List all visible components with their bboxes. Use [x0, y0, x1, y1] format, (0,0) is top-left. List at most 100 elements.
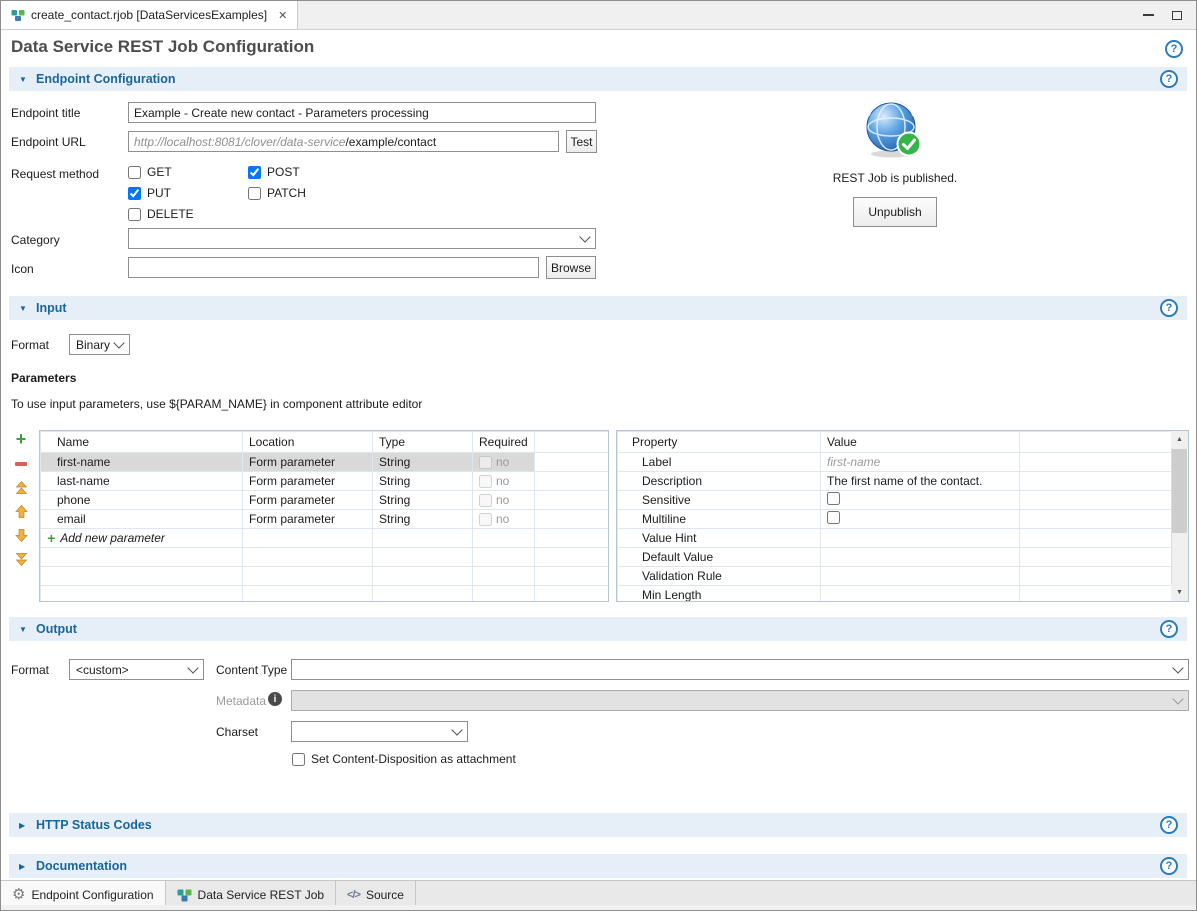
icon-input[interactable]	[128, 257, 539, 278]
property-row[interactable]: Multiline	[618, 510, 1172, 529]
collapse-arrow-icon[interactable]: ▼	[19, 75, 29, 84]
checkbox[interactable]	[248, 166, 261, 179]
sensitive-checkbox[interactable]	[827, 492, 840, 505]
property-row[interactable]: Description The first name of the contac…	[618, 472, 1172, 491]
chevron-down-icon	[1172, 662, 1183, 673]
property-value[interactable]	[821, 567, 1020, 586]
property-row[interactable]: Default Value	[618, 548, 1172, 567]
property-row[interactable]: Sensitive	[618, 491, 1172, 510]
section-output[interactable]: ▼ Output ?	[9, 617, 1187, 641]
browse-button[interactable]: Browse	[546, 256, 596, 279]
input-help-icon[interactable]: ?	[1160, 299, 1178, 317]
maximize-icon[interactable]	[1172, 11, 1182, 20]
info-icon[interactable]: i	[268, 692, 282, 706]
property-value[interactable]: The first name of the contact.	[821, 472, 1020, 491]
section-documentation[interactable]: ▶ Documentation ?	[9, 854, 1187, 878]
checkbox[interactable]	[128, 208, 141, 221]
publish-panel: REST Job is published. Unpublish	[819, 101, 971, 227]
method-put-checkbox[interactable]: PUT	[128, 186, 171, 200]
endpoint-title-input[interactable]	[128, 102, 596, 123]
property-value[interactable]: first-name	[821, 453, 1020, 472]
move-up-icon[interactable]	[13, 504, 29, 519]
http-status-help-icon[interactable]: ?	[1160, 816, 1178, 834]
property-row[interactable]: Label first-name	[618, 453, 1172, 472]
table-row[interactable]: phone Form parameter String no	[41, 491, 609, 510]
endpoint-url-prefix: http://localhost:8081/clover/data-servic…	[134, 135, 345, 149]
table-header-row: Property Value	[618, 432, 1172, 453]
scroll-down-icon[interactable]: ▼	[1171, 584, 1188, 601]
checkbox[interactable]	[128, 166, 141, 179]
move-down-icon[interactable]	[13, 528, 29, 543]
add-new-parameter-label: Add new parameter	[60, 531, 165, 545]
parameter-toolbar: +	[13, 432, 29, 567]
col-empty	[1020, 432, 1172, 453]
collapse-arrow-icon[interactable]: ▼	[19, 625, 29, 634]
col-location[interactable]: Location	[243, 432, 373, 453]
checkbox[interactable]	[248, 187, 261, 200]
document-tab[interactable]: create_contact.rjob [DataServicesExample…	[1, 1, 298, 29]
page-help-icon[interactable]: ?	[1165, 40, 1183, 58]
remove-parameter-icon[interactable]	[13, 456, 29, 471]
col-value[interactable]: Value	[821, 432, 1020, 453]
method-get-label: GET	[147, 165, 172, 179]
table-row[interactable]: email Form parameter String no	[41, 510, 609, 529]
move-top-icon[interactable]	[13, 480, 29, 495]
required-checkbox[interactable]	[479, 456, 492, 469]
charset-label: Charset	[216, 725, 258, 739]
scroll-up-icon[interactable]: ▲	[1171, 431, 1188, 448]
table-row[interactable]: last-name Form parameter String no	[41, 472, 609, 491]
method-delete-checkbox[interactable]: DELETE	[128, 207, 194, 221]
section-http-status-codes[interactable]: ▶ HTTP Status Codes ?	[9, 813, 1187, 837]
content-disposition-checkbox[interactable]: Set Content-Disposition as attachment	[292, 752, 516, 766]
property-value[interactable]	[821, 529, 1020, 548]
table-row[interactable]: first-name Form parameter String no	[41, 453, 609, 472]
tab-source[interactable]: </> Source	[336, 881, 416, 908]
move-bottom-icon[interactable]	[13, 552, 29, 567]
tab-endpoint-configuration[interactable]: ⚙ Endpoint Configuration	[1, 881, 166, 908]
output-help-icon[interactable]: ?	[1160, 620, 1178, 638]
category-select[interactable]	[128, 228, 596, 249]
endpoint-help-icon[interactable]: ?	[1160, 70, 1178, 88]
method-patch-checkbox[interactable]: PATCH	[248, 186, 306, 200]
expand-arrow-icon[interactable]: ▶	[19, 862, 29, 871]
required-checkbox[interactable]	[479, 513, 492, 526]
close-tab-icon[interactable]: ✕	[278, 9, 287, 22]
expand-arrow-icon[interactable]: ▶	[19, 821, 29, 830]
checkbox[interactable]	[292, 753, 305, 766]
content-type-select[interactable]	[291, 659, 1189, 680]
collapse-arrow-icon[interactable]: ▼	[19, 304, 29, 313]
property-row[interactable]: Min Length	[618, 586, 1172, 603]
add-parameter-icon[interactable]: +	[13, 432, 29, 447]
charset-select[interactable]	[291, 721, 468, 742]
section-endpoint-configuration[interactable]: ▼ Endpoint Configuration ?	[9, 67, 1187, 91]
col-type[interactable]: Type	[373, 432, 473, 453]
output-format-select[interactable]: <custom>	[69, 659, 204, 680]
section-input[interactable]: ▼ Input ?	[9, 296, 1187, 320]
col-property[interactable]: Property	[618, 432, 821, 453]
multiline-checkbox[interactable]	[827, 511, 840, 524]
tab-label: Source	[366, 888, 404, 902]
property-row[interactable]: Value Hint	[618, 529, 1172, 548]
property-row[interactable]: Validation Rule	[618, 567, 1172, 586]
output-format-value: <custom>	[76, 663, 129, 677]
required-checkbox[interactable]	[479, 475, 492, 488]
col-required[interactable]: Required	[473, 432, 535, 453]
property-value[interactable]	[821, 548, 1020, 567]
property-value[interactable]	[821, 586, 1020, 603]
method-post-checkbox[interactable]: POST	[248, 165, 300, 179]
documentation-help-icon[interactable]: ?	[1160, 857, 1178, 875]
unpublish-button[interactable]: Unpublish	[853, 197, 937, 227]
scrollbar-thumb[interactable]	[1172, 449, 1187, 533]
col-name[interactable]: Name	[41, 432, 243, 453]
tab-data-service-rest-job[interactable]: Data Service REST Job	[166, 881, 337, 908]
input-format-select[interactable]: Binary	[69, 334, 130, 355]
test-button[interactable]: Test	[566, 130, 597, 153]
method-get-checkbox[interactable]: GET	[128, 165, 172, 179]
endpoint-url-input[interactable]: http://localhost:8081/clover/data-servic…	[128, 131, 559, 152]
add-new-parameter-row[interactable]: +Add new parameter	[41, 529, 609, 548]
checkbox[interactable]	[128, 187, 141, 200]
parameters-heading: Parameters	[11, 371, 76, 385]
required-checkbox[interactable]	[479, 494, 492, 507]
minimize-icon[interactable]	[1143, 14, 1154, 16]
param-location: Form parameter	[243, 453, 373, 472]
